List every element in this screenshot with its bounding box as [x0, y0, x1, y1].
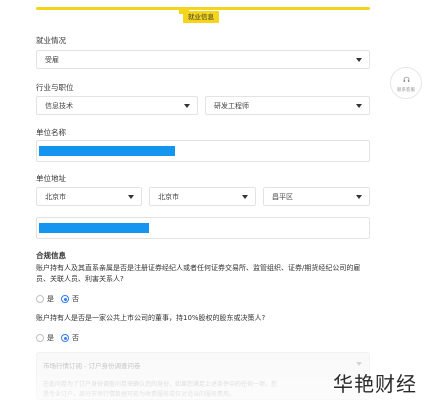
chevron-down-icon — [356, 195, 362, 199]
headset-icon — [403, 76, 410, 82]
q2-radio-group: 是 否 — [36, 333, 96, 344]
chevron-down-icon — [356, 104, 362, 108]
compliance-title: 合规信息 — [36, 251, 66, 260]
industry-value: 信息技术 — [45, 102, 73, 110]
compliance-question-2: 账户持有人是否是一家公共上市公司的董事，持10%股权的股东或决策人? — [36, 314, 266, 322]
q1-yes-radio[interactable] — [36, 295, 44, 303]
redacted-address — [39, 223, 149, 233]
chevron-down-icon — [356, 362, 362, 366]
district-select[interactable]: 昌平区 — [263, 187, 370, 206]
progress-step-badge: 就业信息 — [183, 11, 219, 23]
q1-radio-group: 是 否 — [36, 294, 96, 305]
compliance-question-1: 账户持有人及其直系亲属是否是注册证券经纪人或者任何证券交易所、监管组织、证券/期… — [36, 264, 361, 283]
province-select[interactable]: 北京市 — [36, 187, 142, 206]
position-value: 研发工程师 — [214, 102, 249, 110]
chevron-down-icon — [356, 58, 362, 62]
city-value: 北京市 — [158, 193, 179, 201]
industry-select[interactable]: 信息技术 — [36, 96, 198, 115]
employment-value: 受雇 — [45, 56, 59, 64]
address-detail-input[interactable] — [36, 217, 370, 239]
subscription-desc-1: 在此问卷为了订户身份调查问卷来确认您的身份，如果您满足上述条件中的任何一项，您 — [43, 381, 278, 388]
q2-yes-radio[interactable] — [36, 334, 44, 342]
industry-label: 行业与职位 — [36, 83, 74, 92]
company-name-input[interactable] — [36, 140, 370, 162]
progress-bar — [36, 7, 370, 10]
employment-label: 就业情况 — [36, 36, 66, 45]
position-select[interactable]: 研发工程师 — [205, 96, 370, 115]
q2-no-label: 否 — [72, 334, 79, 342]
q1-no-label: 否 — [72, 295, 79, 303]
subscription-title: 市场行情订阅 - 订户身份调查问卷 — [43, 362, 141, 370]
watermark-text: 华艳财经 — [333, 372, 417, 396]
subscription-desc-2: 是专业订户，部分市场行情数据可能为收费服务或仅对适当的服务费用。 — [43, 391, 236, 398]
province-value: 北京市 — [45, 193, 66, 201]
chevron-down-icon — [128, 195, 134, 199]
employment-select[interactable]: 受雇 — [36, 50, 370, 69]
company-address-label: 单位地址 — [36, 174, 66, 183]
q1-yes-label: 是 — [47, 295, 54, 303]
q1-no-radio[interactable] — [61, 295, 69, 303]
city-select[interactable]: 北京市 — [149, 187, 256, 206]
district-value: 昌平区 — [272, 193, 293, 201]
q2-yes-label: 是 — [47, 334, 54, 342]
company-name-label: 单位名称 — [36, 128, 66, 137]
chevron-down-icon — [242, 195, 248, 199]
customer-service-button[interactable]: 联系客服 — [390, 67, 422, 99]
customer-service-label: 联系客服 — [397, 88, 415, 93]
q2-no-radio[interactable] — [61, 334, 69, 342]
subscription-questionnaire[interactable]: 市场行情订阅 - 订户身份调查问卷 在此问卷为了订户身份调查问卷来确认您的身份，… — [36, 352, 370, 400]
redacted-company-name — [39, 146, 175, 156]
chevron-down-icon — [184, 104, 190, 108]
